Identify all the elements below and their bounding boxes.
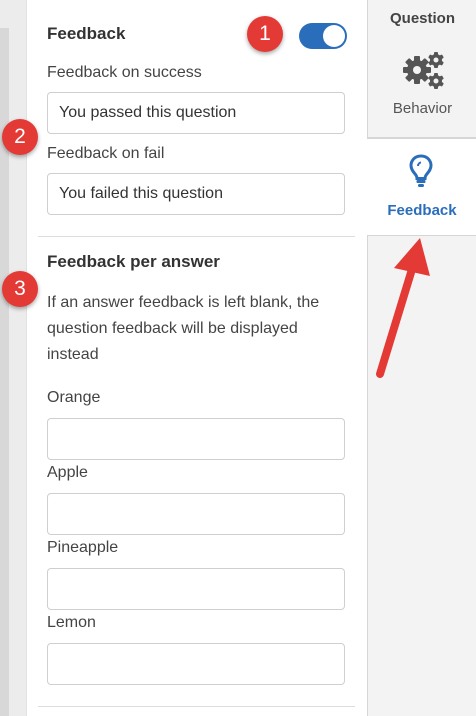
answer-feedback-input-orange[interactable] [47,418,345,460]
answer-feedback-input-apple[interactable] [47,493,345,535]
answer-label-lemon: Lemon [47,614,96,631]
per-answer-section-title: Feedback per answer [47,252,220,271]
answer-label-orange: Orange [47,389,101,406]
fail-feedback-input[interactable] [47,173,345,215]
answer-feedback-input-pineapple[interactable] [47,568,345,610]
tab-behavior[interactable]: Question Behavior [368,0,476,138]
answer-feedback-input-lemon[interactable] [47,643,345,685]
success-feedback-input[interactable] [47,92,345,134]
tab-feedback-label: Feedback [387,202,457,219]
lightbulb-icon [409,154,433,188]
gears-icon [400,50,446,92]
feedback-section-title: Feedback [47,24,126,43]
fail-feedback-label: Feedback on fail [47,145,165,162]
annotation-badge-3: 3 [2,271,38,307]
tab-feedback[interactable]: Feedback [367,138,476,236]
answer-label-apple: Apple [47,464,88,481]
annotation-badge-2: 2 [2,119,38,155]
success-feedback-label: Feedback on success [47,64,202,81]
answer-label-pineapple: Pineapple [47,539,119,556]
annotation-badge-1: 1 [247,16,283,52]
feedback-settings-screen: Feedback Feedback on success Feedback on… [0,0,476,716]
side-tab-bar: Question Behavior Feedback [367,0,476,716]
side-tabs-heading: Question [389,10,455,27]
toggle-knob [323,25,345,47]
per-answer-help-text: If an answer feedback is left blank, the… [47,294,320,363]
section-divider [38,236,355,237]
left-gutter [0,0,26,716]
bottom-divider [38,706,355,707]
tab-behavior-label: Behavior [392,100,453,117]
feedback-toggle[interactable] [299,23,347,49]
